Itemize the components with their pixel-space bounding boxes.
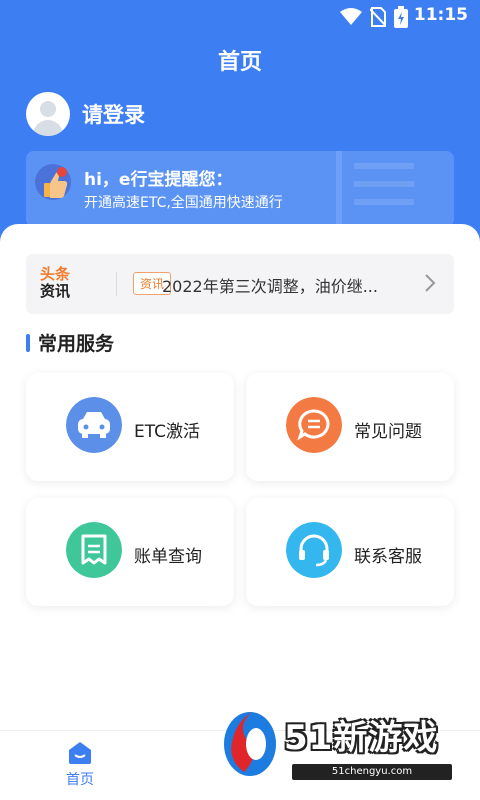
service-label: ETC激活 xyxy=(134,422,200,442)
banner-heading: hi，e行宝提醒您： xyxy=(84,170,233,190)
news-ticker[interactable]: 头条 资讯 资讯 2022年第三次调整，油价继... xyxy=(26,254,454,314)
no-sim-icon xyxy=(370,7,386,27)
tab-home-label: 首页 xyxy=(66,772,94,788)
headset-icon xyxy=(286,522,342,578)
chat-icon xyxy=(286,397,342,453)
home-icon xyxy=(69,742,91,764)
watermark: 51新游戏 51chengyu.com xyxy=(222,702,474,788)
section-accent-bar xyxy=(26,333,30,352)
news-headline[interactable]: 2022年第三次调整，油价继... xyxy=(162,273,412,297)
service-label: 账单查询 xyxy=(134,547,202,567)
watermark-url: 51chengyu.com xyxy=(292,764,452,780)
service-bill-query[interactable]: 账单查询 xyxy=(26,498,234,606)
section-title: 常用服务 xyxy=(38,333,115,355)
tab-home[interactable]: 首页 xyxy=(52,741,108,789)
section-header: 常用服务 xyxy=(26,329,114,356)
banner-subtext: 开通高速ETC,全国通用快速通行 xyxy=(84,195,283,211)
car-icon xyxy=(66,397,122,453)
avatar[interactable] xyxy=(26,92,70,136)
service-label: 联系客服 xyxy=(354,547,422,567)
watermark-text: 51新游戏 xyxy=(284,718,439,758)
wifi-icon xyxy=(340,8,362,25)
service-faq[interactable]: 常见问题 xyxy=(246,373,454,481)
news-brand-logo: 头条 资讯 xyxy=(40,265,71,300)
etc-banner[interactable]: hi，e行宝提醒您： 开通高速ETC,全国通用快速通行 xyxy=(26,151,454,227)
service-customer-support[interactable]: 联系客服 xyxy=(246,498,454,606)
page-title: 首页 xyxy=(217,50,262,75)
status-time: 11:15 xyxy=(413,5,468,25)
login-label[interactable]: 请登录 xyxy=(82,99,145,129)
divider xyxy=(116,272,117,296)
service-label: 常见问题 xyxy=(354,422,422,442)
header-background: 11:15 首页 请登录 hi，e行宝提醒您： 开通高速ETC,全国通用快速通行 xyxy=(0,0,480,260)
status-bar: 11:15 xyxy=(0,0,480,32)
watermark-logo-icon xyxy=(224,712,276,776)
service-etc-activate[interactable]: ETC激活 xyxy=(26,373,234,481)
login-entry[interactable]: 请登录 xyxy=(26,92,145,136)
battery-icon xyxy=(394,6,408,28)
thumbs-up-icon xyxy=(35,164,71,200)
chevron-right-icon[interactable] xyxy=(424,272,436,294)
bill-icon xyxy=(66,522,122,578)
